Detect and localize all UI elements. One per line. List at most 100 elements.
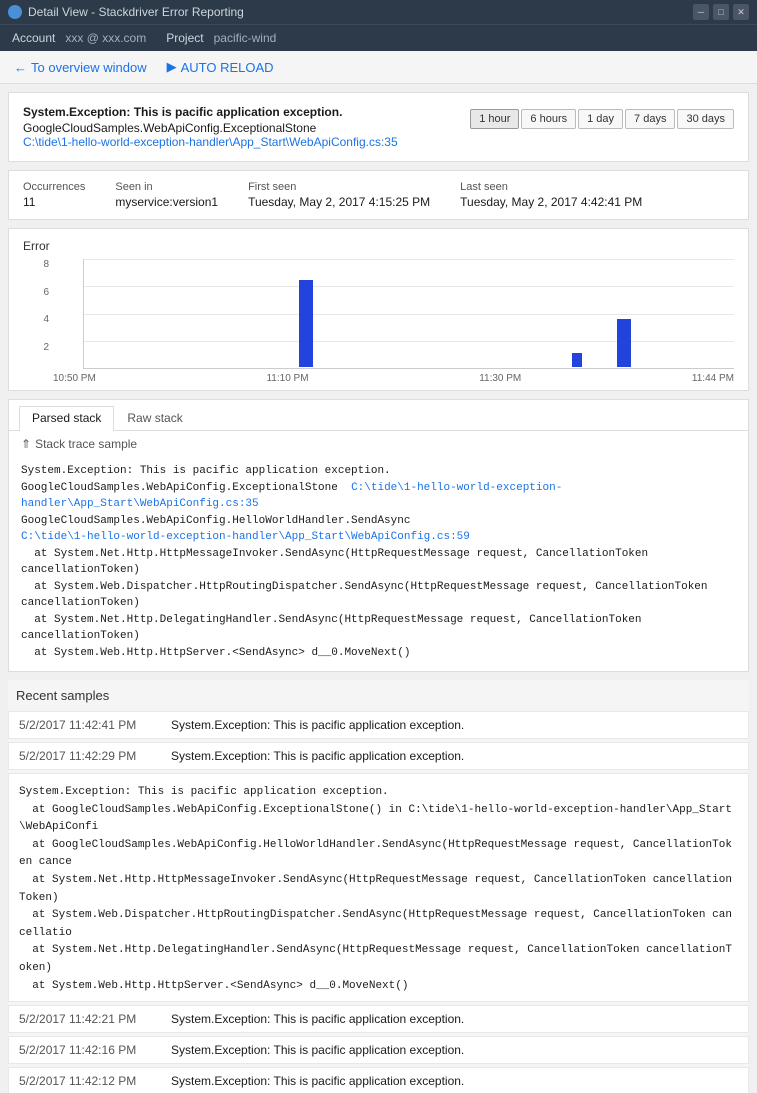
maximize-button[interactable]: □ bbox=[713, 4, 729, 20]
sample-time: 5/2/2017 11:42:12 PM bbox=[19, 1074, 159, 1088]
x-label-1050: 10:50 PM bbox=[53, 373, 96, 384]
main-scroll-area[interactable]: System.Exception: This is pacific applic… bbox=[0, 84, 757, 1093]
chart-bar-1 bbox=[299, 280, 313, 367]
chart-area bbox=[83, 259, 734, 369]
window-title: Detail View - Stackdriver Error Reportin… bbox=[28, 5, 687, 19]
error-header-section: System.Exception: This is pacific applic… bbox=[8, 92, 749, 162]
time-btn-1day[interactable]: 1 day bbox=[578, 109, 623, 129]
chart-title: Error bbox=[23, 239, 734, 253]
sample-row[interactable]: 5/2/2017 11:42:21 PM System.Exception: T… bbox=[8, 1005, 749, 1033]
error-subtitle: GoogleCloudSamples.WebApiConfig.Exceptio… bbox=[23, 121, 470, 135]
back-to-overview-link[interactable]: ← To overview window bbox=[14, 60, 147, 75]
recent-samples-section: Recent samples 5/2/2017 11:42:41 PM Syst… bbox=[8, 680, 749, 1093]
error-title-block: System.Exception: This is pacific applic… bbox=[23, 105, 470, 149]
sample-message: System.Exception: This is pacific applic… bbox=[171, 749, 464, 763]
error-main-title: System.Exception: This is pacific applic… bbox=[23, 105, 470, 119]
stack-line-5: at System.Net.Http.HttpMessageInvoker.Se… bbox=[21, 546, 736, 579]
sample-time: 5/2/2017 11:42:41 PM bbox=[19, 718, 159, 732]
sample-message: System.Exception: This is pacific applic… bbox=[171, 1012, 464, 1026]
stack-expand-icon: ⇑ bbox=[21, 437, 31, 451]
error-chart-section: Error 8 6 4 2 bbox=[8, 228, 749, 391]
stack-line-8: at System.Web.Http.HttpServer.<SendAsync… bbox=[21, 645, 736, 662]
project-value: pacific-wind bbox=[214, 31, 277, 45]
first-seen-group: First seen Tuesday, May 2, 2017 4:15:25 … bbox=[248, 181, 430, 209]
y-label-2: 2 bbox=[25, 342, 49, 353]
auto-reload-button[interactable]: ▶ AUTO RELOAD bbox=[167, 59, 274, 75]
first-seen-label: First seen bbox=[248, 181, 430, 193]
tab-parsed-stack[interactable]: Parsed stack bbox=[19, 406, 114, 431]
window-controls[interactable]: ─ □ ✕ bbox=[693, 4, 749, 20]
stack-trace-label: Stack trace sample bbox=[35, 437, 137, 451]
sample-stack-trace: System.Exception: This is pacific applic… bbox=[19, 784, 738, 995]
time-btn-1hour[interactable]: 1 hour bbox=[470, 109, 519, 129]
stack-line-6: at System.Web.Dispatcher.HttpRoutingDisp… bbox=[21, 579, 736, 612]
time-range-buttons: 1 hour 6 hours 1 day 7 days 30 days bbox=[470, 109, 734, 129]
x-label-1110: 11:10 PM bbox=[266, 373, 308, 384]
occurrences-section: Occurrences 11 Seen in myservice:version… bbox=[8, 170, 749, 220]
stack-trace-section: Parsed stack Raw stack ⇑ Stack trace sam… bbox=[8, 399, 749, 672]
play-icon: ▶ bbox=[167, 59, 177, 75]
occurrences-group: Occurrences 11 bbox=[23, 181, 85, 209]
account-bar: Account xxx @ xxx.com Project pacific-wi… bbox=[0, 24, 757, 51]
error-file-link[interactable]: C:\tide\1-hello-world-exception-handler\… bbox=[23, 135, 398, 149]
stack-line-4: C:\tide\1-hello-world-exception-handler\… bbox=[21, 529, 736, 546]
last-seen-label: Last seen bbox=[460, 181, 642, 193]
seen-in-label: Seen in bbox=[115, 181, 218, 193]
sample-row-expanded[interactable]: System.Exception: This is pacific applic… bbox=[8, 773, 749, 1002]
grid-line-6 bbox=[84, 286, 734, 287]
stack-line-3: GoogleCloudSamples.WebApiConfig.HelloWor… bbox=[21, 513, 736, 530]
time-btn-30days[interactable]: 30 days bbox=[677, 109, 734, 129]
stack-trace-header: ⇑ Stack trace sample bbox=[9, 431, 748, 457]
sample-message: System.Exception: This is pacific applic… bbox=[171, 718, 464, 732]
seen-in-group: Seen in myservice:version1 bbox=[115, 181, 218, 209]
stack-link-1[interactable]: C:\tide\1-hello-world-exception-handler\… bbox=[21, 482, 562, 511]
y-label-8: 8 bbox=[25, 259, 49, 270]
stack-tabs: Parsed stack Raw stack bbox=[9, 400, 748, 431]
grid-line-4 bbox=[84, 314, 734, 315]
minimize-button[interactable]: ─ bbox=[693, 4, 709, 20]
tab-raw-stack[interactable]: Raw stack bbox=[114, 406, 195, 431]
sample-message: System.Exception: This is pacific applic… bbox=[171, 1043, 464, 1057]
sample-time: 5/2/2017 11:42:21 PM bbox=[19, 1012, 159, 1026]
account-label: Account xxx @ xxx.com bbox=[12, 31, 146, 45]
chart-wrapper: 8 6 4 2 bbox=[53, 259, 734, 369]
occurrences-value: 11 bbox=[23, 195, 85, 209]
close-button[interactable]: ✕ bbox=[733, 4, 749, 20]
time-btn-6hours[interactable]: 6 hours bbox=[521, 109, 576, 129]
sample-row[interactable]: 5/2/2017 11:42:16 PM System.Exception: T… bbox=[8, 1036, 749, 1064]
last-seen-value: Tuesday, May 2, 2017 4:42:41 PM bbox=[460, 195, 642, 209]
x-label-1144: 11:44 PM bbox=[692, 373, 734, 384]
sample-message: System.Exception: This is pacific applic… bbox=[171, 1074, 464, 1088]
last-seen-group: Last seen Tuesday, May 2, 2017 4:42:41 P… bbox=[460, 181, 642, 209]
chart-bar-2 bbox=[572, 353, 582, 367]
stack-line-2: GoogleCloudSamples.WebApiConfig.Exceptio… bbox=[21, 480, 736, 513]
first-seen-value: Tuesday, May 2, 2017 4:15:25 PM bbox=[248, 195, 430, 209]
back-arrow-icon: ← bbox=[14, 60, 27, 75]
sample-row[interactable]: 5/2/2017 11:42:12 PM System.Exception: T… bbox=[8, 1067, 749, 1093]
y-label-4: 4 bbox=[25, 314, 49, 325]
sample-row[interactable]: 5/2/2017 11:42:29 PM System.Exception: T… bbox=[8, 742, 749, 770]
stack-line-7: at System.Net.Http.DelegatingHandler.Sen… bbox=[21, 612, 736, 645]
stack-link-2[interactable]: C:\tide\1-hello-world-exception-handler\… bbox=[21, 531, 470, 543]
chart-bar-3 bbox=[617, 319, 631, 367]
occurrences-label: Occurrences bbox=[23, 181, 85, 193]
sample-row[interactable]: 5/2/2017 11:42:41 PM System.Exception: T… bbox=[8, 711, 749, 739]
app-icon bbox=[8, 5, 22, 19]
nav-bar: ← To overview window ▶ AUTO RELOAD bbox=[0, 51, 757, 84]
project-label: Project pacific-wind bbox=[166, 31, 276, 45]
sample-time: 5/2/2017 11:42:16 PM bbox=[19, 1043, 159, 1057]
seen-in-value: myservice:version1 bbox=[115, 195, 218, 209]
y-axis: 8 6 4 2 bbox=[25, 259, 49, 369]
x-label-1130: 11:30 PM bbox=[479, 373, 521, 384]
y-label-6: 6 bbox=[25, 287, 49, 298]
recent-samples-title: Recent samples bbox=[8, 688, 749, 711]
title-bar: Detail View - Stackdriver Error Reportin… bbox=[0, 0, 757, 24]
sample-time: 5/2/2017 11:42:29 PM bbox=[19, 749, 159, 763]
grid-line-8 bbox=[84, 259, 734, 260]
grid-line-2 bbox=[84, 341, 734, 342]
time-btn-7days[interactable]: 7 days bbox=[625, 109, 675, 129]
account-value: xxx @ xxx.com bbox=[65, 31, 146, 45]
stack-trace-content: System.Exception: This is pacific applic… bbox=[9, 457, 748, 671]
stack-line-1: System.Exception: This is pacific applic… bbox=[21, 463, 736, 480]
x-axis-labels: 10:50 PM 11:10 PM 11:30 PM 11:44 PM bbox=[53, 373, 734, 384]
